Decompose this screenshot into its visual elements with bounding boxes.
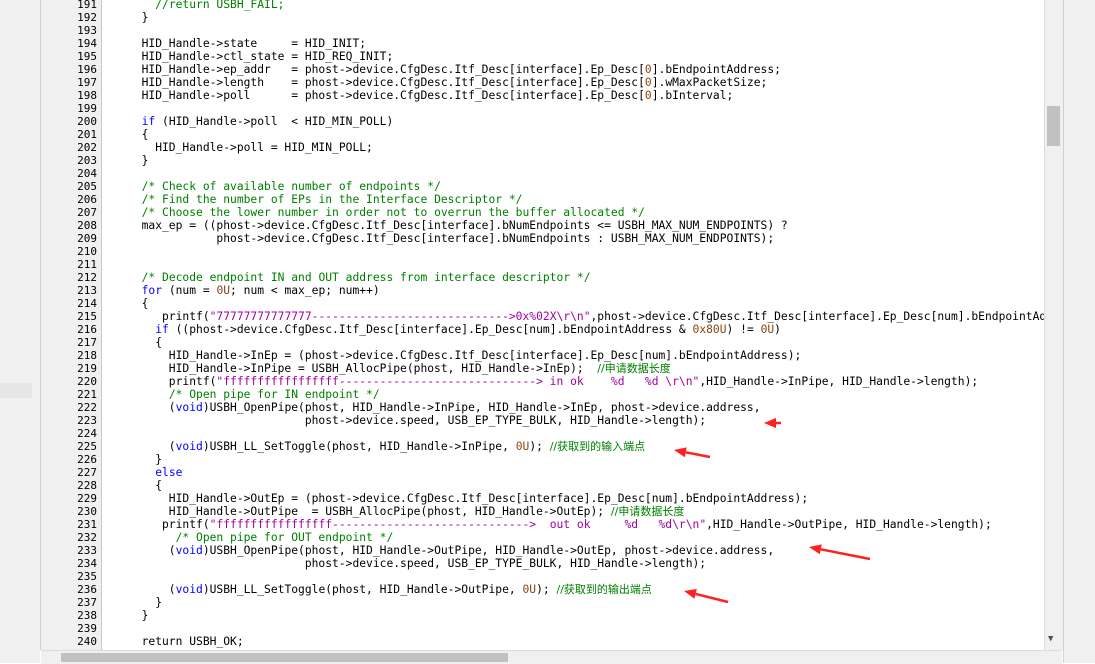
red-arrow-icon [695, 592, 729, 604]
red-arrow-head-icon [684, 589, 697, 599]
red-arrow-icon [685, 451, 711, 459]
red-arrow-head-icon [764, 418, 776, 428]
red-arrow-icon [820, 548, 871, 561]
annotation-overlay [674, 418, 871, 604]
red-arrow-head-icon [674, 447, 687, 458]
red-arrow-head-icon [809, 544, 822, 555]
